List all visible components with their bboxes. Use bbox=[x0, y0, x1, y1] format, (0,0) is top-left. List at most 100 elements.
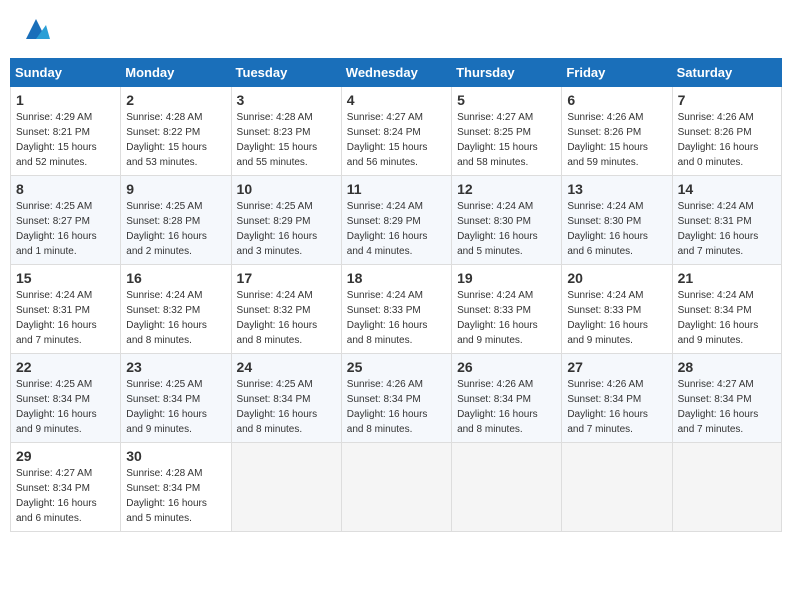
calendar-cell: 10 Sunrise: 4:25 AMSunset: 8:29 PMDaylig… bbox=[231, 176, 341, 265]
col-header-sunday: Sunday bbox=[11, 59, 121, 87]
day-number: 6 bbox=[567, 92, 666, 108]
day-info: Sunrise: 4:24 AMSunset: 8:30 PMDaylight:… bbox=[567, 199, 666, 259]
day-info: Sunrise: 4:25 AMSunset: 8:34 PMDaylight:… bbox=[126, 377, 225, 437]
day-info: Sunrise: 4:27 AMSunset: 8:25 PMDaylight:… bbox=[457, 110, 556, 170]
day-number: 20 bbox=[567, 270, 666, 286]
calendar-cell: 8 Sunrise: 4:25 AMSunset: 8:27 PMDayligh… bbox=[11, 176, 121, 265]
calendar-cell bbox=[341, 443, 451, 532]
day-info: Sunrise: 4:24 AMSunset: 8:31 PMDaylight:… bbox=[678, 199, 776, 259]
day-info: Sunrise: 4:24 AMSunset: 8:30 PMDaylight:… bbox=[457, 199, 556, 259]
day-info: Sunrise: 4:28 AMSunset: 8:23 PMDaylight:… bbox=[237, 110, 336, 170]
day-info: Sunrise: 4:28 AMSunset: 8:34 PMDaylight:… bbox=[126, 466, 225, 526]
day-number: 5 bbox=[457, 92, 556, 108]
day-number: 3 bbox=[237, 92, 336, 108]
day-info: Sunrise: 4:26 AMSunset: 8:26 PMDaylight:… bbox=[567, 110, 666, 170]
calendar-cell: 16 Sunrise: 4:24 AMSunset: 8:32 PMDaylig… bbox=[121, 265, 231, 354]
calendar-cell: 17 Sunrise: 4:24 AMSunset: 8:32 PMDaylig… bbox=[231, 265, 341, 354]
col-header-tuesday: Tuesday bbox=[231, 59, 341, 87]
calendar-cell: 18 Sunrise: 4:24 AMSunset: 8:33 PMDaylig… bbox=[341, 265, 451, 354]
calendar-cell bbox=[231, 443, 341, 532]
col-header-saturday: Saturday bbox=[672, 59, 781, 87]
day-number: 27 bbox=[567, 359, 666, 375]
day-number: 2 bbox=[126, 92, 225, 108]
day-info: Sunrise: 4:26 AMSunset: 8:34 PMDaylight:… bbox=[347, 377, 446, 437]
day-number: 16 bbox=[126, 270, 225, 286]
day-info: Sunrise: 4:24 AMSunset: 8:29 PMDaylight:… bbox=[347, 199, 446, 259]
day-number: 13 bbox=[567, 181, 666, 197]
calendar-cell: 15 Sunrise: 4:24 AMSunset: 8:31 PMDaylig… bbox=[11, 265, 121, 354]
day-number: 21 bbox=[678, 270, 776, 286]
calendar-cell bbox=[562, 443, 672, 532]
day-number: 25 bbox=[347, 359, 446, 375]
calendar-cell: 1 Sunrise: 4:29 AMSunset: 8:21 PMDayligh… bbox=[11, 87, 121, 176]
logo-icon bbox=[22, 15, 50, 43]
calendar-table: SundayMondayTuesdayWednesdayThursdayFrid… bbox=[10, 58, 782, 532]
calendar-cell: 7 Sunrise: 4:26 AMSunset: 8:26 PMDayligh… bbox=[672, 87, 781, 176]
day-info: Sunrise: 4:25 AMSunset: 8:28 PMDaylight:… bbox=[126, 199, 225, 259]
day-number: 8 bbox=[16, 181, 115, 197]
day-info: Sunrise: 4:24 AMSunset: 8:32 PMDaylight:… bbox=[237, 288, 336, 348]
calendar-cell: 20 Sunrise: 4:24 AMSunset: 8:33 PMDaylig… bbox=[562, 265, 672, 354]
col-header-friday: Friday bbox=[562, 59, 672, 87]
calendar-cell: 21 Sunrise: 4:24 AMSunset: 8:34 PMDaylig… bbox=[672, 265, 781, 354]
day-number: 23 bbox=[126, 359, 225, 375]
calendar-cell: 29 Sunrise: 4:27 AMSunset: 8:34 PMDaylig… bbox=[11, 443, 121, 532]
day-info: Sunrise: 4:25 AMSunset: 8:27 PMDaylight:… bbox=[16, 199, 115, 259]
day-number: 11 bbox=[347, 181, 446, 197]
day-info: Sunrise: 4:26 AMSunset: 8:34 PMDaylight:… bbox=[457, 377, 556, 437]
day-number: 7 bbox=[678, 92, 776, 108]
calendar-cell: 6 Sunrise: 4:26 AMSunset: 8:26 PMDayligh… bbox=[562, 87, 672, 176]
logo bbox=[20, 15, 50, 43]
col-header-thursday: Thursday bbox=[452, 59, 562, 87]
calendar-cell: 2 Sunrise: 4:28 AMSunset: 8:22 PMDayligh… bbox=[121, 87, 231, 176]
day-info: Sunrise: 4:24 AMSunset: 8:31 PMDaylight:… bbox=[16, 288, 115, 348]
day-info: Sunrise: 4:25 AMSunset: 8:34 PMDaylight:… bbox=[237, 377, 336, 437]
day-info: Sunrise: 4:25 AMSunset: 8:29 PMDaylight:… bbox=[237, 199, 336, 259]
day-number: 26 bbox=[457, 359, 556, 375]
day-info: Sunrise: 4:24 AMSunset: 8:34 PMDaylight:… bbox=[678, 288, 776, 348]
day-number: 28 bbox=[678, 359, 776, 375]
day-number: 15 bbox=[16, 270, 115, 286]
day-info: Sunrise: 4:27 AMSunset: 8:24 PMDaylight:… bbox=[347, 110, 446, 170]
day-info: Sunrise: 4:28 AMSunset: 8:22 PMDaylight:… bbox=[126, 110, 225, 170]
day-number: 22 bbox=[16, 359, 115, 375]
day-number: 18 bbox=[347, 270, 446, 286]
day-number: 14 bbox=[678, 181, 776, 197]
calendar-cell: 23 Sunrise: 4:25 AMSunset: 8:34 PMDaylig… bbox=[121, 354, 231, 443]
calendar-cell: 30 Sunrise: 4:28 AMSunset: 8:34 PMDaylig… bbox=[121, 443, 231, 532]
day-number: 12 bbox=[457, 181, 556, 197]
calendar-cell bbox=[452, 443, 562, 532]
calendar-cell: 9 Sunrise: 4:25 AMSunset: 8:28 PMDayligh… bbox=[121, 176, 231, 265]
calendar-cell: 12 Sunrise: 4:24 AMSunset: 8:30 PMDaylig… bbox=[452, 176, 562, 265]
day-info: Sunrise: 4:26 AMSunset: 8:26 PMDaylight:… bbox=[678, 110, 776, 170]
day-number: 30 bbox=[126, 448, 225, 464]
day-number: 17 bbox=[237, 270, 336, 286]
day-info: Sunrise: 4:24 AMSunset: 8:33 PMDaylight:… bbox=[457, 288, 556, 348]
calendar-cell: 24 Sunrise: 4:25 AMSunset: 8:34 PMDaylig… bbox=[231, 354, 341, 443]
day-number: 29 bbox=[16, 448, 115, 464]
calendar-cell: 26 Sunrise: 4:26 AMSunset: 8:34 PMDaylig… bbox=[452, 354, 562, 443]
calendar-cell: 4 Sunrise: 4:27 AMSunset: 8:24 PMDayligh… bbox=[341, 87, 451, 176]
day-info: Sunrise: 4:26 AMSunset: 8:34 PMDaylight:… bbox=[567, 377, 666, 437]
day-info: Sunrise: 4:24 AMSunset: 8:33 PMDaylight:… bbox=[347, 288, 446, 348]
calendar-cell: 14 Sunrise: 4:24 AMSunset: 8:31 PMDaylig… bbox=[672, 176, 781, 265]
calendar-cell: 28 Sunrise: 4:27 AMSunset: 8:34 PMDaylig… bbox=[672, 354, 781, 443]
calendar-cell: 5 Sunrise: 4:27 AMSunset: 8:25 PMDayligh… bbox=[452, 87, 562, 176]
day-number: 24 bbox=[237, 359, 336, 375]
calendar-cell: 11 Sunrise: 4:24 AMSunset: 8:29 PMDaylig… bbox=[341, 176, 451, 265]
day-info: Sunrise: 4:25 AMSunset: 8:34 PMDaylight:… bbox=[16, 377, 115, 437]
calendar-cell: 22 Sunrise: 4:25 AMSunset: 8:34 PMDaylig… bbox=[11, 354, 121, 443]
calendar-cell: 27 Sunrise: 4:26 AMSunset: 8:34 PMDaylig… bbox=[562, 354, 672, 443]
day-info: Sunrise: 4:24 AMSunset: 8:32 PMDaylight:… bbox=[126, 288, 225, 348]
day-info: Sunrise: 4:24 AMSunset: 8:33 PMDaylight:… bbox=[567, 288, 666, 348]
day-number: 4 bbox=[347, 92, 446, 108]
calendar-cell: 19 Sunrise: 4:24 AMSunset: 8:33 PMDaylig… bbox=[452, 265, 562, 354]
col-header-wednesday: Wednesday bbox=[341, 59, 451, 87]
calendar-cell: 13 Sunrise: 4:24 AMSunset: 8:30 PMDaylig… bbox=[562, 176, 672, 265]
day-info: Sunrise: 4:27 AMSunset: 8:34 PMDaylight:… bbox=[678, 377, 776, 437]
calendar-cell bbox=[672, 443, 781, 532]
day-number: 19 bbox=[457, 270, 556, 286]
day-number: 9 bbox=[126, 181, 225, 197]
day-number: 10 bbox=[237, 181, 336, 197]
calendar-cell: 25 Sunrise: 4:26 AMSunset: 8:34 PMDaylig… bbox=[341, 354, 451, 443]
